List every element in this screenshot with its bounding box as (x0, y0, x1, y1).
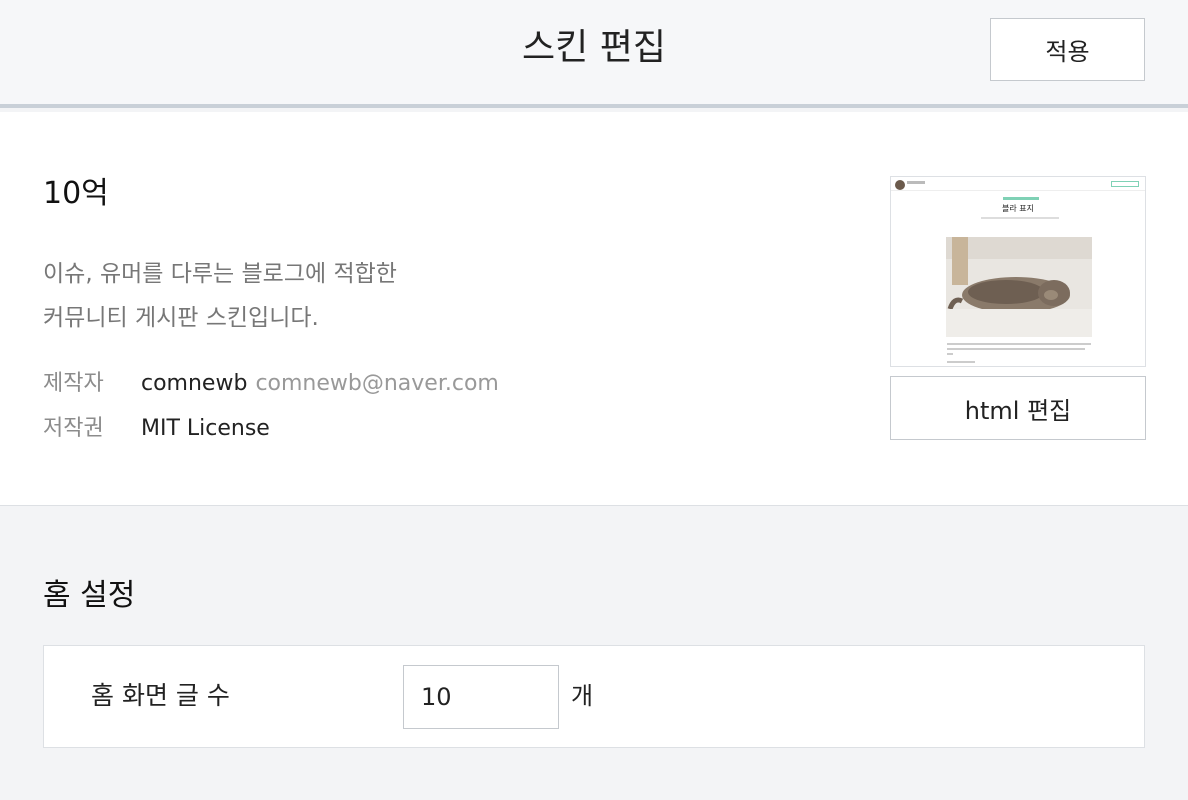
license-row: 저작권 MIT License (43, 414, 270, 444)
description-line-2: 커뮤니티 게시판 스킨입니다. (43, 305, 319, 331)
post-count-label: 홈 화면 글 수 (91, 681, 230, 710)
license-value: MIT License (141, 416, 270, 441)
post-count-input[interactable] (403, 665, 559, 729)
preview-text-line (947, 361, 975, 363)
preview-text-line (947, 348, 1085, 350)
preview-button (1111, 181, 1139, 187)
skin-name: 10억 (43, 176, 109, 211)
home-settings-box: 홈 화면 글 수 개 (43, 645, 1145, 748)
preview-avatar (895, 180, 905, 190)
description-line-1: 이슈, 유머를 다루는 블로그에 적합한 (43, 261, 397, 287)
author-label: 제작자 (43, 371, 104, 396)
preview-divider (891, 190, 1145, 191)
top-bar: 스킨 편집 적용 (0, 0, 1188, 108)
apply-button[interactable]: 적용 (990, 18, 1145, 81)
skin-preview-thumbnail: 블라 표지 (890, 176, 1146, 367)
preview-post-meta (981, 217, 1059, 219)
author-name: comnewb (141, 371, 248, 396)
preview-post-title: 블라 표지 (1002, 204, 1034, 213)
post-count-unit: 개 (571, 682, 594, 710)
skin-info-panel: 10억 이슈, 유머를 다루는 블로그에 적합한 커뮤니티 게시판 스킨입니다.… (0, 112, 1188, 506)
author-row: 제작자 comnewb comnewb@naver.com (43, 369, 499, 399)
preview-text-line (947, 343, 1091, 345)
preview-accent-bar (1003, 197, 1039, 200)
author-email: comnewb@naver.com (255, 371, 499, 396)
html-edit-button[interactable]: html 편집 (890, 376, 1146, 440)
preview-text-line (947, 353, 953, 355)
cat-photo-image (946, 237, 1092, 337)
preview-blog-name (907, 181, 925, 184)
skin-description: 이슈, 유머를 다루는 블로그에 적합한 커뮤니티 게시판 스킨입니다. (43, 252, 397, 340)
license-label: 저작권 (43, 416, 104, 441)
home-settings-title: 홈 설정 (43, 578, 136, 613)
